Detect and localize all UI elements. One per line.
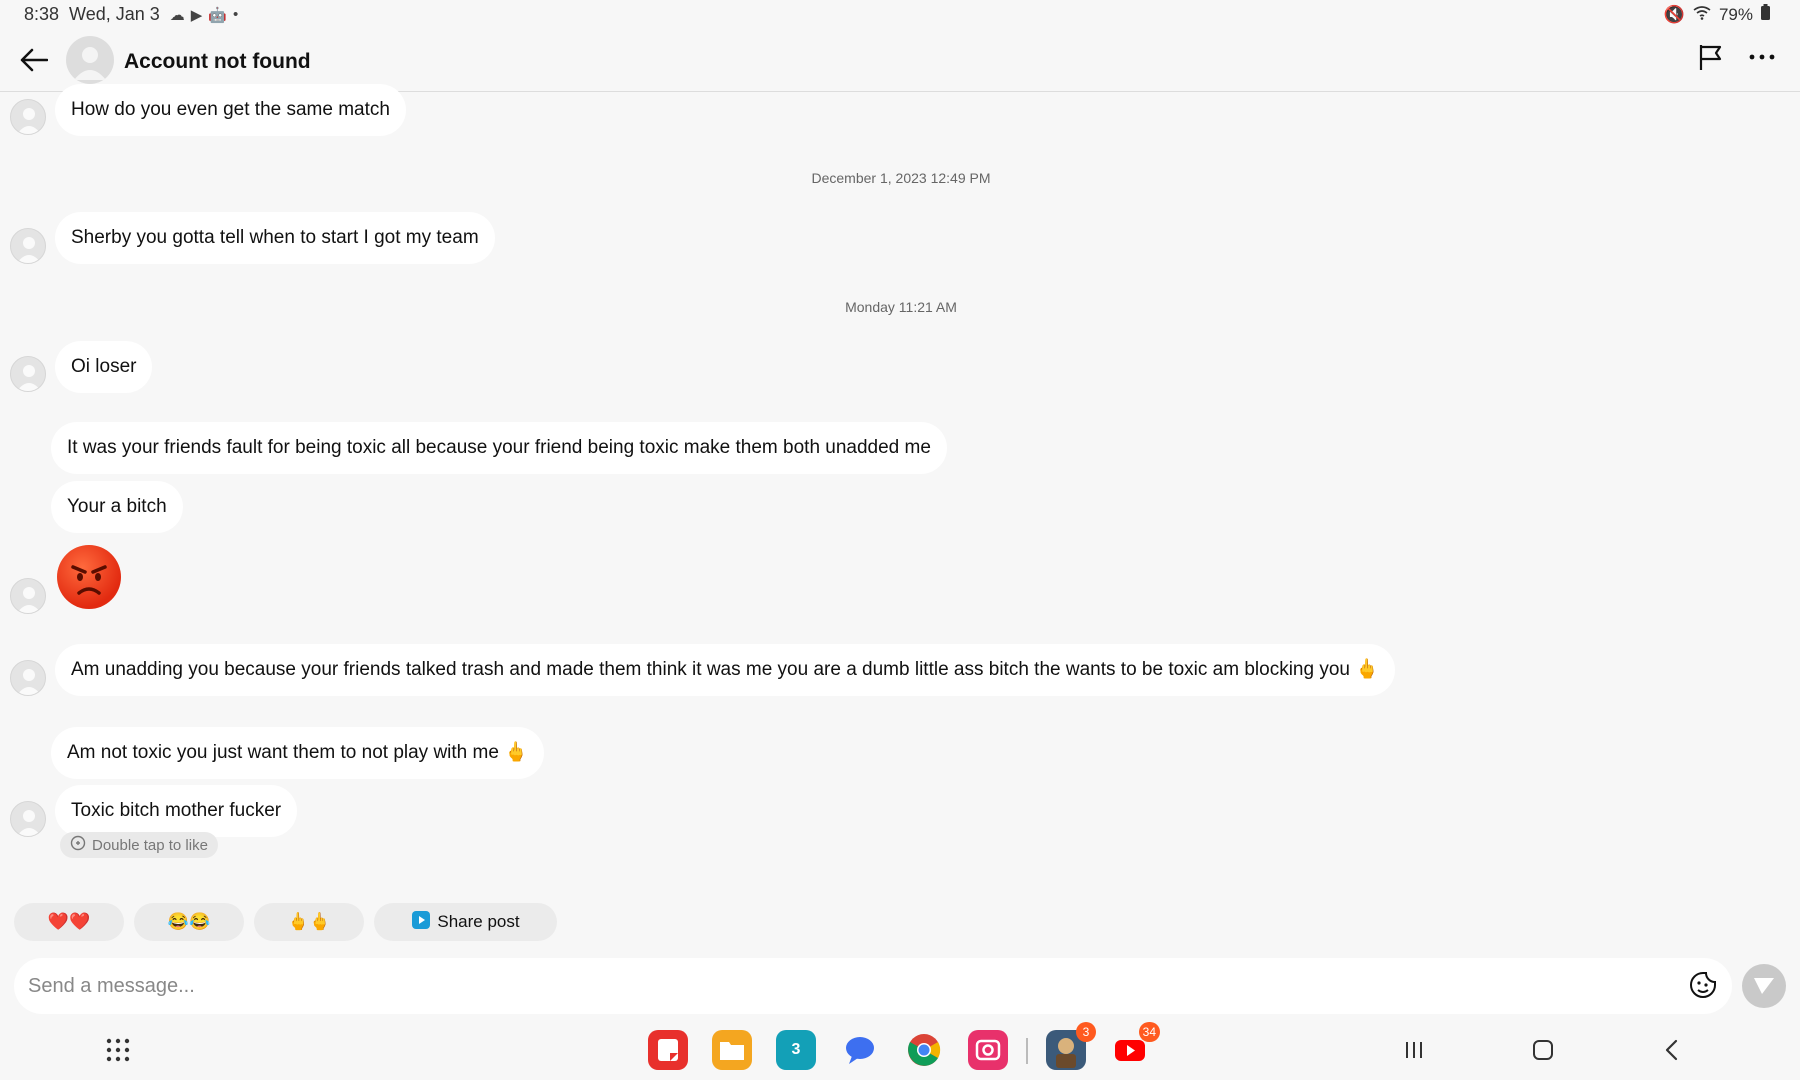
message-bubble[interactable]: It was your friends fault for being toxi…: [51, 422, 947, 474]
message-bubble[interactable]: Am not toxic you just want them to not p…: [51, 727, 544, 779]
quick-reply-hearts[interactable]: ❤️❤️: [14, 903, 124, 941]
share-post-icon: [411, 910, 431, 935]
avatar[interactable]: [10, 578, 46, 614]
quick-reply-fingers[interactable]: 🖕🖕: [254, 903, 364, 941]
double-tap-hint: Double tap to like: [60, 832, 218, 858]
system-navbar: 3 3 34: [0, 1022, 1800, 1080]
status-time: 8:38: [24, 4, 60, 24]
mute-icon: 🔇: [1663, 4, 1685, 24]
chrome-app-icon[interactable]: [904, 1030, 944, 1070]
message-bubble[interactable]: Oi loser: [55, 341, 153, 393]
dot-icon: •: [233, 6, 239, 23]
avatar[interactable]: [10, 660, 46, 696]
notification-badge: 3: [1076, 1022, 1096, 1042]
message-bubble[interactable]: Am unadding you because your friends tal…: [55, 644, 1395, 696]
battery-icon: [1761, 4, 1770, 25]
timestamp: Monday 11:21 AM: [845, 299, 957, 315]
status-bar: 8:38 Wed, Jan 3 ☁ ▶ 🤖 • 🔇 79%: [0, 0, 1800, 30]
angry-face-emoji[interactable]: [57, 545, 121, 609]
avatar[interactable]: [10, 228, 46, 264]
wifi-icon: [1693, 5, 1711, 25]
youtube-notification-icon: ▶: [190, 6, 203, 24]
flag-icon[interactable]: [1696, 42, 1732, 78]
send-button[interactable]: [1742, 964, 1786, 1008]
quick-reply-laughing[interactable]: 😂😂: [134, 903, 244, 941]
page-title[interactable]: Account not found: [124, 50, 311, 74]
pubg-app-icon[interactable]: 3: [1046, 1022, 1096, 1070]
share-post-button[interactable]: Share post: [374, 903, 557, 941]
camera-app-icon[interactable]: [968, 1030, 1008, 1070]
back-nav-icon[interactable]: [1656, 1034, 1688, 1066]
share-post-label: Share post: [437, 912, 520, 931]
avatar[interactable]: [10, 356, 46, 392]
message-input[interactable]: [28, 968, 1668, 1004]
files-app-icon[interactable]: [712, 1030, 752, 1070]
back-arrow-icon[interactable]: [16, 42, 52, 78]
chat-header: Account not found: [0, 30, 1800, 92]
avatar[interactable]: [66, 36, 114, 84]
message-bubble[interactable]: How do you even get the same match: [55, 84, 406, 136]
timestamp: December 1, 2023 12:49 PM: [811, 170, 991, 186]
avatar[interactable]: [10, 801, 46, 837]
dock-divider: [1026, 1038, 1028, 1064]
message-bubble[interactable]: Toxic bitch mother fucker: [55, 785, 298, 837]
sticker-icon[interactable]: [1688, 970, 1720, 1002]
like-hint-icon: [70, 835, 86, 855]
notes-app-icon[interactable]: [648, 1030, 688, 1070]
more-options-icon[interactable]: [1744, 42, 1780, 78]
youtube-app-icon[interactable]: 34: [1110, 1022, 1160, 1070]
avatar[interactable]: [10, 99, 46, 135]
android-icon: 🤖: [208, 6, 228, 24]
home-icon[interactable]: [1527, 1034, 1559, 1066]
notification-badge: 34: [1138, 1022, 1160, 1042]
like-hint-label: Double tap to like: [92, 836, 208, 854]
recent-apps-icon[interactable]: [1398, 1034, 1430, 1066]
status-date: Wed, Jan 3: [69, 4, 160, 24]
calendar-app-icon[interactable]: 3: [776, 1030, 816, 1070]
messages-app-icon[interactable]: [840, 1030, 880, 1070]
app-drawer-icon[interactable]: [104, 1036, 132, 1064]
message-bubble[interactable]: Sherby you gotta tell when to start I go…: [55, 212, 495, 264]
cloud-icon: ☁: [169, 6, 185, 24]
message-bubble[interactable]: Your a bitch: [51, 481, 183, 533]
message-composer: [14, 958, 1732, 1014]
battery-level: 79%: [1718, 4, 1753, 24]
